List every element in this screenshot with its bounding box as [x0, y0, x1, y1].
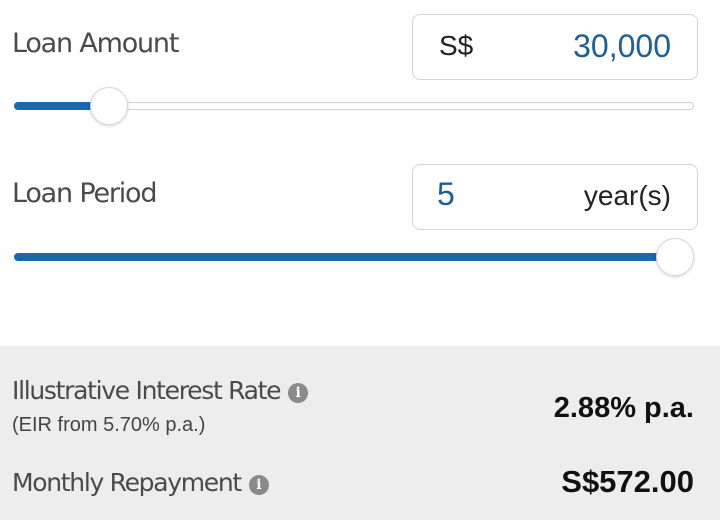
currency-prefix: S$: [439, 30, 474, 61]
interest-rate-value: 2.88% p.a.: [553, 392, 694, 424]
period-unit: year(s): [583, 180, 671, 211]
monthly-repayment-label: Monthly Repayment i: [12, 468, 269, 497]
loan-period-field[interactable]: 5 year(s): [412, 164, 698, 230]
results-panel: Illustrative Interest Rate i (EIR from 5.…: [0, 346, 720, 520]
interest-rate-label-text: Illustrative Interest Rate: [12, 376, 282, 405]
monthly-repayment-value: S$572.00: [561, 464, 694, 499]
loan-period-input[interactable]: 5: [437, 176, 455, 213]
loan-amount-slider-handle[interactable]: [89, 87, 128, 125]
loan-period-slider-handle[interactable]: [656, 238, 694, 276]
loan-amount-slider[interactable]: [14, 86, 694, 126]
info-icon[interactable]: i: [248, 475, 269, 495]
loan-period-label: Loan Period: [12, 178, 158, 209]
eir-note: (EIR from 5.70% p.a.): [12, 414, 206, 436]
loan-period-slider[interactable]: [14, 237, 694, 277]
interest-rate-label: Illustrative Interest Rate i: [12, 376, 309, 405]
slider-fill: [14, 253, 675, 261]
loan-amount-input[interactable]: 30,000: [573, 28, 671, 65]
loan-amount-field[interactable]: S$ 30,000: [412, 14, 698, 80]
info-icon[interactable]: i: [288, 383, 309, 403]
monthly-repayment-label-text: Monthly Repayment: [12, 468, 242, 497]
loan-amount-label: Loan Amount: [12, 28, 179, 59]
